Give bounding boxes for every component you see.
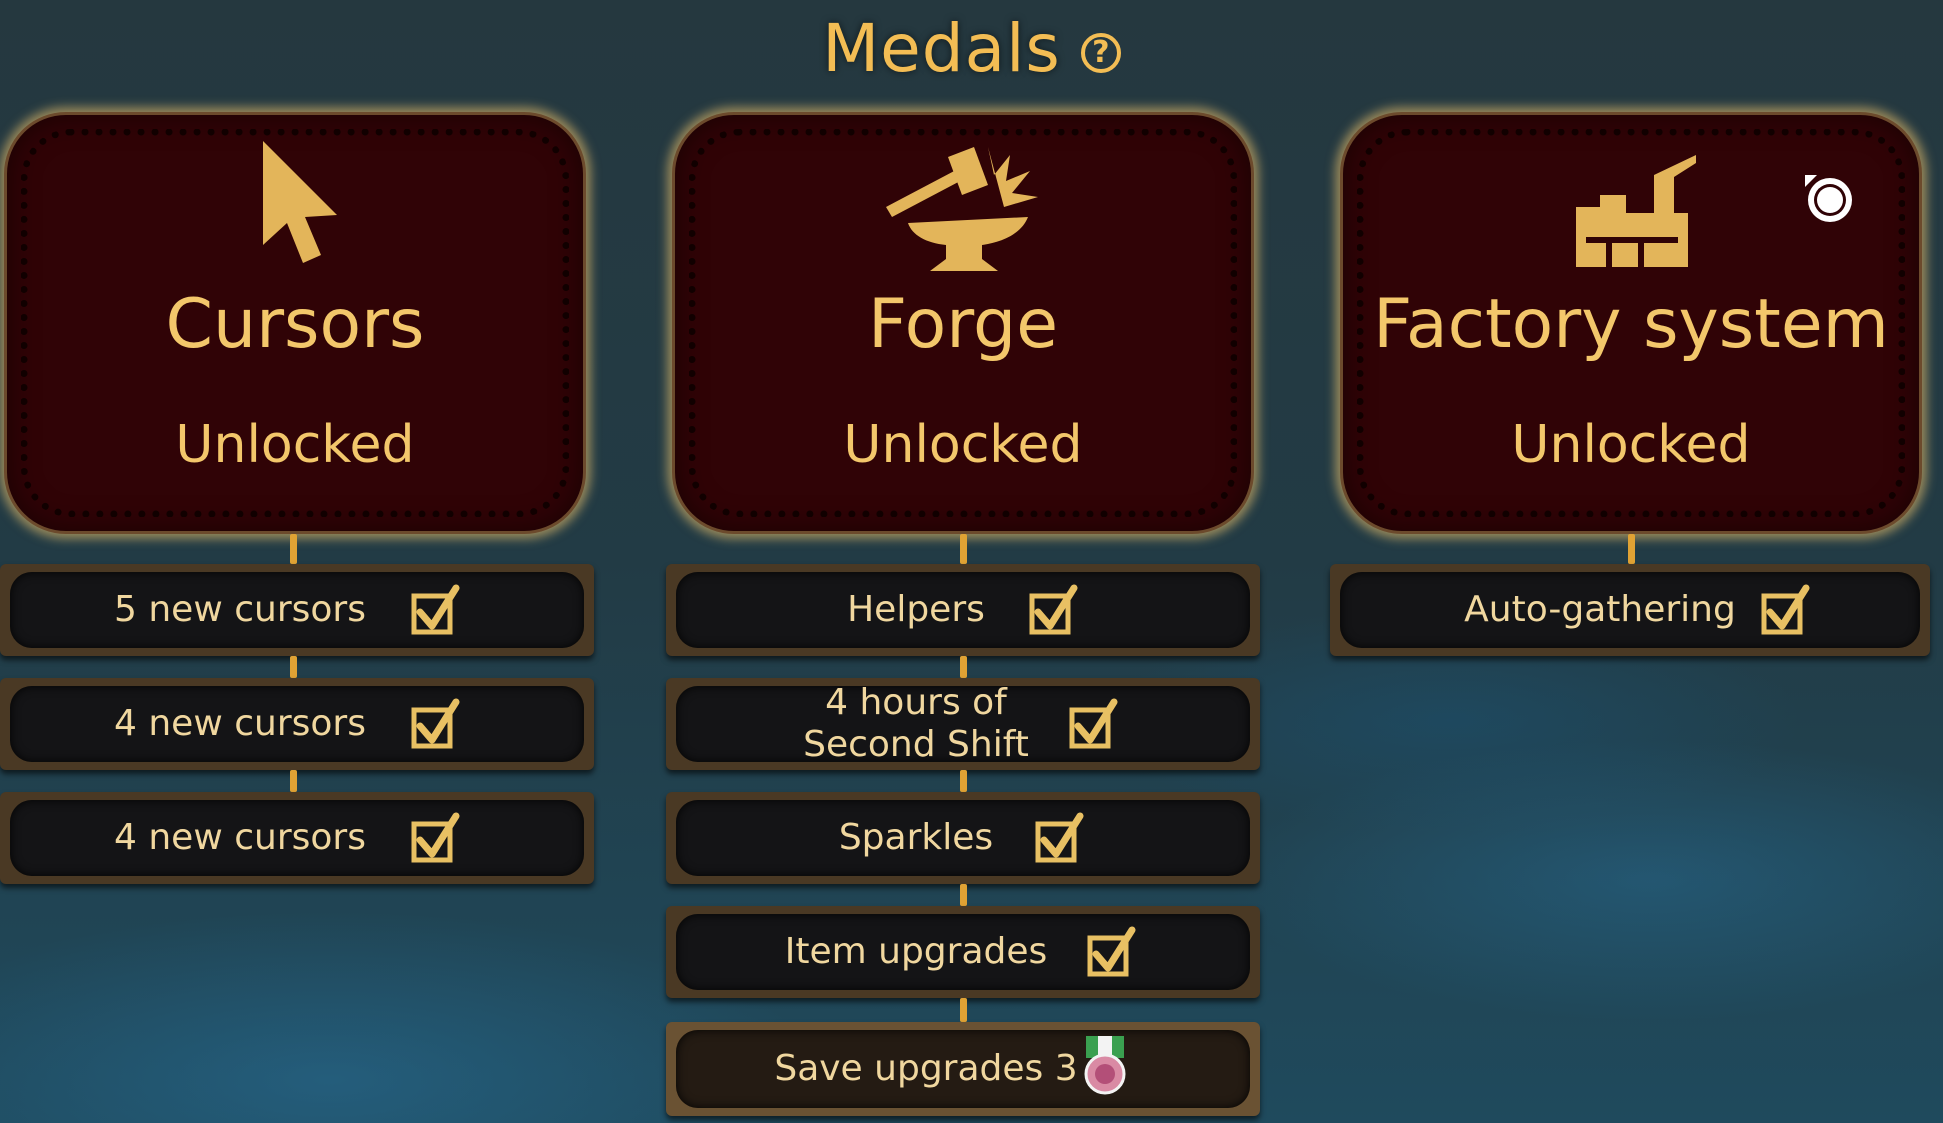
connector: [960, 884, 967, 906]
reward-row[interactable]: 4 hours of Second Shift: [666, 678, 1260, 770]
reward-label: 4 new cursors: [114, 817, 366, 858]
question-circle-icon[interactable]: ?: [1080, 33, 1121, 73]
checkbox-checked-icon: [1761, 584, 1810, 635]
checkbox-checked-icon: [411, 584, 460, 635]
reward-label-line: Second Shift: [803, 724, 1029, 765]
card-title: Cursors: [165, 285, 425, 364]
card-title: Factory system: [1373, 285, 1889, 364]
reward-row[interactable]: 5 new cursors: [0, 564, 594, 656]
reward-label: Item upgrades: [784, 931, 1048, 972]
page-title: Medals: [822, 9, 1061, 87]
card-status: Unlocked: [1511, 415, 1751, 475]
connector: [960, 534, 967, 564]
card-title: Forge: [867, 285, 1059, 364]
card-status: Unlocked: [175, 415, 415, 475]
connector: [290, 656, 297, 678]
medal-card-cursors[interactable]: Cursors Unlocked: [4, 112, 586, 534]
checkbox-checked-icon: [1029, 584, 1078, 635]
connector: [290, 534, 297, 564]
connector: [290, 770, 297, 792]
card-status: Unlocked: [843, 415, 1083, 475]
anvil-hammer-icon: [886, 147, 1038, 271]
checkbox-checked-icon: [1069, 698, 1118, 749]
connector: [960, 998, 967, 1022]
reward-row[interactable]: Auto-gathering: [1330, 564, 1930, 656]
reward-row[interactable]: Sparkles: [666, 792, 1260, 884]
reward-label: 4 new cursors: [114, 703, 366, 744]
connector: [960, 656, 967, 678]
record-icon[interactable]: [1799, 169, 1857, 227]
reward-label-line: 4 hours of: [825, 682, 1007, 723]
checkbox-checked-icon: [1087, 926, 1136, 977]
medal-card-factory-system[interactable]: Factory system Unlocked: [1340, 112, 1922, 534]
connector: [960, 770, 967, 792]
checkbox-checked-icon: [411, 812, 460, 863]
connector: [1628, 534, 1635, 564]
factory-icon: [1576, 155, 1696, 267]
reward-row[interactable]: 4 new cursors: [0, 678, 594, 770]
reward-label: Save upgrades 3: [774, 1048, 1078, 1089]
reward-row[interactable]: Helpers: [666, 564, 1260, 656]
reward-row[interactable]: 4 new cursors: [0, 792, 594, 884]
reward-row-locked[interactable]: Save upgrades 3: [666, 1022, 1260, 1116]
cursor-arrow-icon: [263, 141, 337, 263]
reward-label: 4 hours of Second Shift: [726, 682, 1106, 766]
medal-icon: [1084, 1036, 1126, 1095]
reward-row[interactable]: Item upgrades: [666, 906, 1260, 998]
checkbox-checked-icon: [1035, 812, 1084, 863]
medal-card-forge[interactable]: Forge Unlocked: [672, 112, 1254, 534]
page-header: Medals ?: [0, 8, 1943, 88]
reward-label: Auto-gathering: [1464, 589, 1736, 630]
reward-label: 5 new cursors: [114, 589, 366, 630]
checkbox-checked-icon: [411, 698, 460, 749]
